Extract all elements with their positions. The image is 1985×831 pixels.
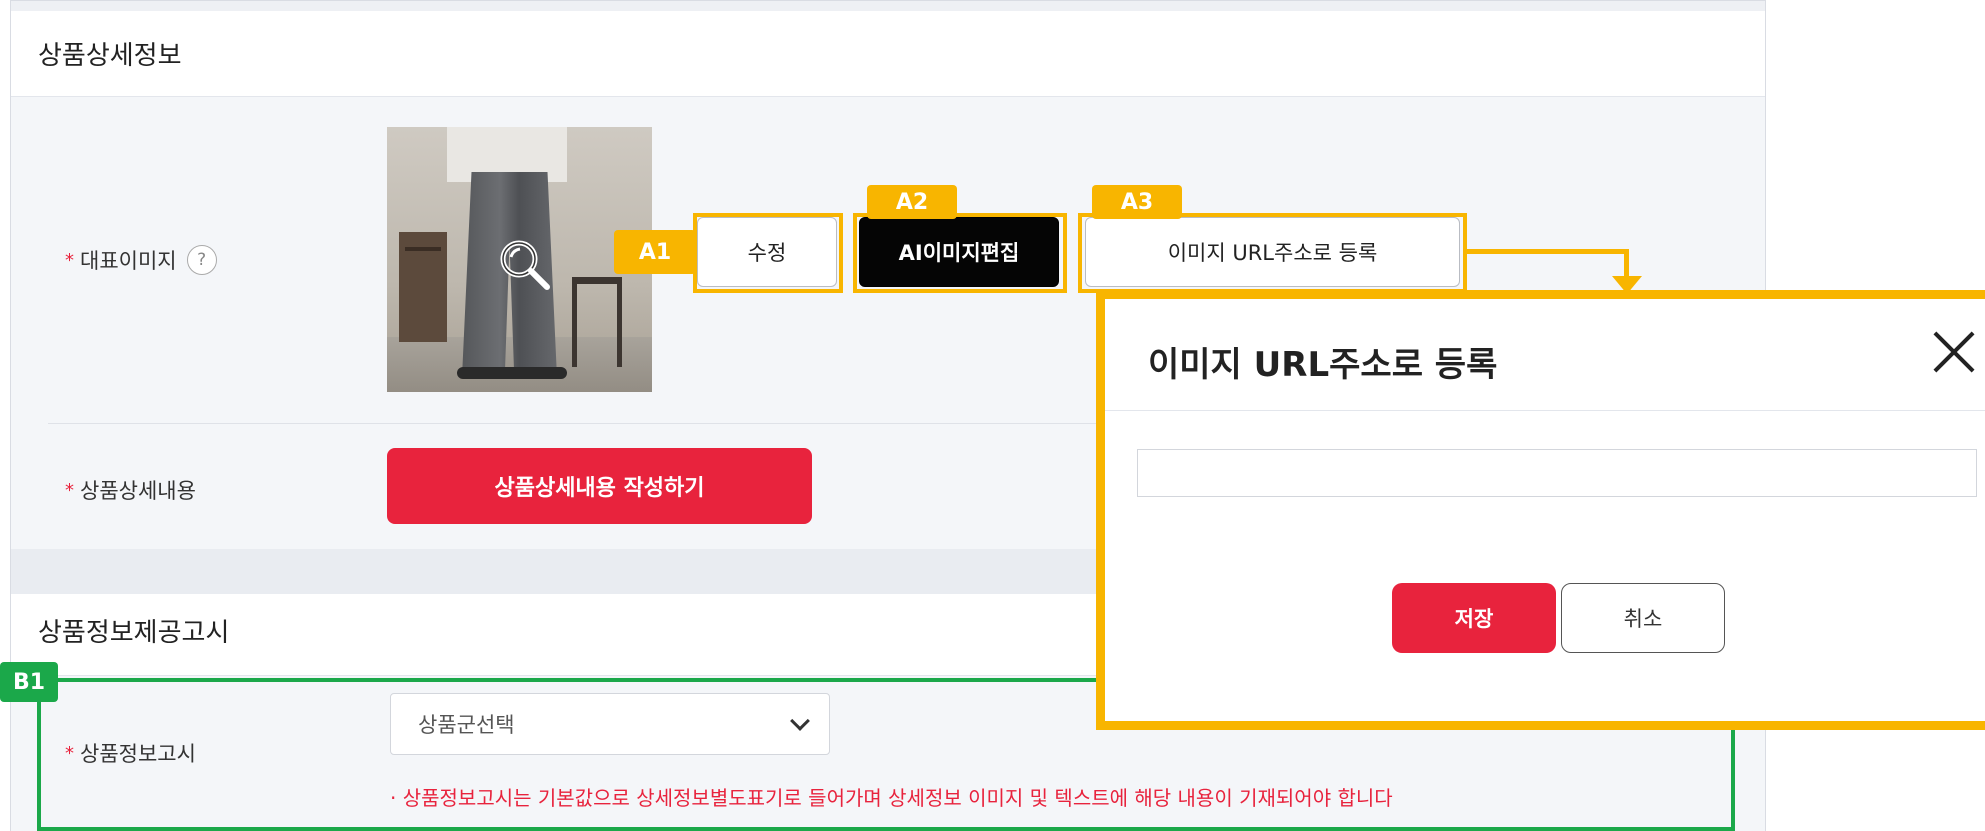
photo-shoes bbox=[457, 367, 567, 379]
annotation-connector-drop bbox=[1624, 249, 1629, 279]
cancel-button[interactable]: 취소 bbox=[1561, 583, 1725, 653]
url-register-modal: 이미지 URL주소로 등록 저장 취소 bbox=[1096, 290, 1985, 730]
photo-stool bbox=[572, 277, 622, 367]
rep-image-label: * 대표이미지 ? bbox=[65, 245, 217, 275]
annotation-tag-a3: A3 bbox=[1092, 185, 1182, 219]
annotation-tag-a2: A2 bbox=[867, 185, 957, 219]
write-detail-content-button[interactable]: 상품상세내용 작성하기 bbox=[387, 448, 812, 524]
annotation-box-a1 bbox=[693, 213, 843, 293]
annotation-tag-a1: A1 bbox=[614, 230, 696, 274]
detail-content-label: * 상품상세내용 bbox=[65, 475, 196, 505]
close-icon[interactable] bbox=[1931, 329, 1977, 375]
modal-header: 이미지 URL주소로 등록 bbox=[1105, 299, 1985, 411]
panel-top-band bbox=[11, 1, 1765, 11]
annotation-box-a2 bbox=[853, 213, 1067, 293]
detail-content-label-text: 상품상세내용 bbox=[80, 479, 196, 503]
rep-image-label-text: 대표이미지 bbox=[80, 249, 177, 273]
photo-shelf-board bbox=[405, 247, 441, 251]
section-title-detail: 상품상세정보 bbox=[38, 41, 182, 71]
magnifier-icon[interactable] bbox=[497, 237, 553, 293]
annotation-tag-b1: B1 bbox=[0, 662, 58, 702]
required-mark: * bbox=[65, 249, 74, 271]
annotation-box-a3 bbox=[1078, 213, 1467, 293]
image-url-input[interactable] bbox=[1137, 449, 1977, 497]
question-circle-icon[interactable]: ? bbox=[186, 245, 217, 275]
section-title-notice: 상품정보제공고시 bbox=[38, 618, 230, 648]
modal-title: 이미지 URL주소로 등록 bbox=[1148, 345, 1498, 385]
required-mark: * bbox=[65, 479, 74, 501]
representative-image-thumbnail[interactable] bbox=[387, 127, 652, 392]
annotation-connector-line bbox=[1467, 249, 1629, 254]
save-button[interactable]: 저장 bbox=[1392, 583, 1556, 653]
